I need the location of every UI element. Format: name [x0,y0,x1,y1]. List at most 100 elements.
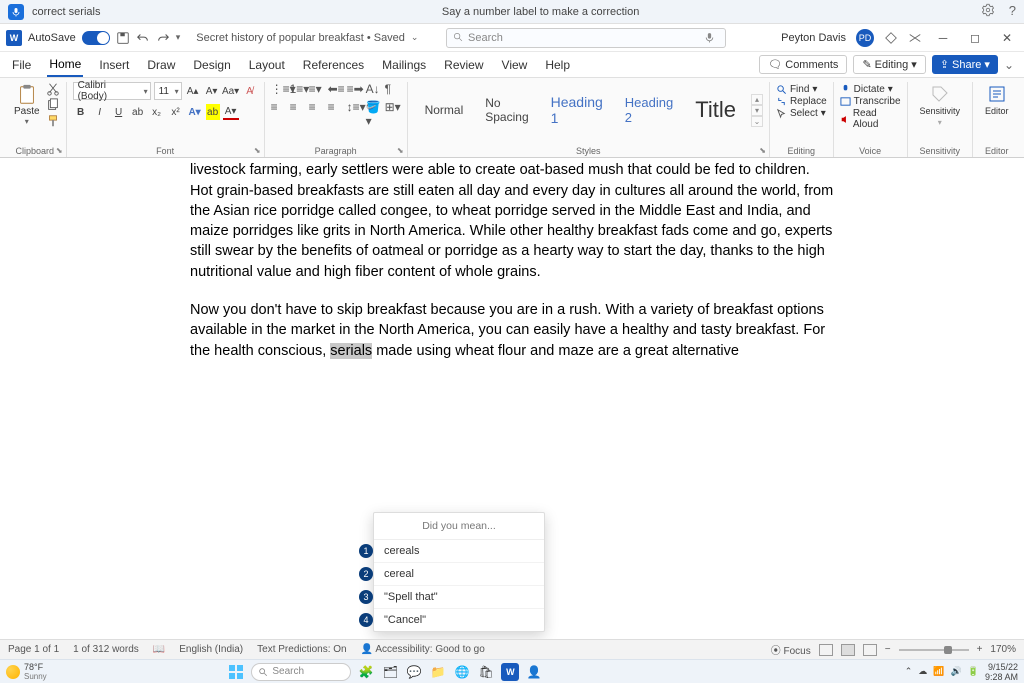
tab-home[interactable]: Home [47,53,83,77]
paste-button[interactable]: Paste ▾ [10,82,44,128]
tab-review[interactable]: Review [442,54,485,76]
document-name[interactable]: Secret history of popular breakfast • Sa… [196,32,405,44]
font-size-select[interactable]: 11 [154,82,182,100]
taskbar-app-1[interactable]: 🧩 [357,663,375,681]
copy-icon[interactable] [46,98,60,112]
styles-launcher-icon[interactable]: ⬊ [759,146,766,155]
suggestion-2[interactable]: 2cereal [374,563,544,586]
editor-button[interactable]: Editor [979,82,1015,118]
status-words[interactable]: 1 of 312 words [73,644,139,655]
grow-font-icon[interactable]: A▴ [185,83,201,99]
tray-cloud-icon[interactable]: ☁ [918,666,927,677]
ribbon-mode-icon[interactable] [908,31,922,45]
autosave-toggle[interactable] [82,31,110,45]
suggestion-spell-that[interactable]: 3"Spell that" [374,586,544,609]
bullets-icon[interactable]: ⋮≡▾ [271,82,287,96]
tab-mailings[interactable]: Mailings [380,54,428,76]
suggestion-cancel[interactable]: 4"Cancel" [374,609,544,631]
status-predictions[interactable]: Text Predictions: On [257,644,346,655]
tab-help[interactable]: Help [543,54,572,76]
document-canvas[interactable]: history. When humanity switched from a h… [0,158,1024,639]
microphone-icon[interactable] [8,4,24,20]
clear-formatting-icon[interactable]: A̸ [242,83,258,99]
inc-indent-icon[interactable]: ≡➡ [347,82,363,96]
tab-references[interactable]: References [301,54,366,76]
doc-name-chevron-icon[interactable]: ⌄ [411,32,419,43]
numbering-icon[interactable]: 1≡▾ [290,82,306,96]
web-layout-icon[interactable] [863,644,877,656]
maximize-button[interactable]: ◻ [964,27,986,49]
font-name-select[interactable]: Calibri (Body) [73,82,151,100]
zoom-out-icon[interactable]: − [885,644,891,655]
replace-button[interactable]: Replace [776,96,827,107]
suggestion-1[interactable]: 1cereals [374,540,544,563]
taskbar-search[interactable]: Search [251,663,351,681]
tab-file[interactable]: File [10,54,33,76]
subscript-icon[interactable]: x₂ [149,104,165,120]
comments-button[interactable]: 🗨 Comments [759,55,847,74]
align-center-icon[interactable]: ≡ [290,100,306,114]
style-heading2[interactable]: Heading 2 [614,88,684,132]
body-paragraph-2[interactable]: Now you don't have to skip breakfast bec… [190,300,834,361]
user-name[interactable]: Peyton Davis [781,32,846,44]
transcribe-button[interactable]: Transcribe [840,96,901,107]
align-right-icon[interactable]: ≡ [309,100,325,114]
misspelled-word[interactable]: serials [330,343,372,359]
select-button[interactable]: Select ▾ [776,108,827,119]
read-mode-icon[interactable] [819,644,833,656]
tray-chevron-icon[interactable]: ⌃ [905,666,913,677]
tab-layout[interactable]: Layout [247,54,287,76]
minimize-button[interactable]: ─ [932,27,954,49]
shading-icon[interactable]: 🪣▾ [366,100,382,114]
style-nospacing[interactable]: No Spacing [474,89,539,131]
shrink-font-icon[interactable]: A▾ [204,83,220,99]
clipboard-launcher-icon[interactable]: ⬊ [56,146,63,155]
taskbar-app-3[interactable]: 💬 [405,663,423,681]
redo-icon[interactable] [156,31,170,45]
share-button[interactable]: ⇪ Share ▾ [932,55,998,74]
styles-gallery-nav[interactable]: ▴▾⌄ [751,94,763,127]
strikethrough-icon[interactable]: ab [130,104,146,120]
editing-mode-button[interactable]: ✎ Editing ▾ [853,55,925,74]
underline-button[interactable]: U [111,104,127,120]
taskbar-store[interactable]: 🛍 [477,663,495,681]
superscript-icon[interactable]: x² [168,104,184,120]
font-launcher-icon[interactable]: ⬊ [254,146,261,155]
taskbar-app-2[interactable]: 🗂 [381,663,399,681]
search-input[interactable]: Search [446,28,726,48]
justify-icon[interactable]: ≡ [328,100,344,114]
zoom-slider[interactable] [899,649,969,651]
taskbar-edge[interactable]: 🌐 [453,663,471,681]
status-spellcheck-icon[interactable]: 📖 [153,644,165,655]
qat-customize-icon[interactable]: ▾ [176,32,181,43]
help-icon[interactable]: ? [1009,3,1016,20]
taskbar-word[interactable]: W [501,663,519,681]
align-left-icon[interactable]: ≡ [271,100,287,114]
tray-volume-icon[interactable]: 🔊 [951,666,962,677]
body-paragraph-1[interactable]: history. When humanity switched from a h… [190,158,834,282]
status-accessibility[interactable]: 👤 Accessibility: Good to go [361,644,485,655]
mic-icon[interactable] [704,32,715,43]
paragraph-launcher-icon[interactable]: ⬊ [397,146,404,155]
diamond-icon[interactable] [884,31,898,45]
focus-button[interactable]: ⦿ Focus [771,642,811,657]
tab-draw[interactable]: Draw [145,54,177,76]
close-button[interactable]: ✕ [996,27,1018,49]
line-spacing-icon[interactable]: ↕≡▾ [347,100,363,114]
status-page[interactable]: Page 1 of 1 [8,644,59,655]
read-aloud-button[interactable]: Read Aloud [840,108,901,130]
tray-clock[interactable]: 9/15/229:28 AM [985,662,1018,682]
status-language[interactable]: English (India) [179,644,243,655]
start-button[interactable] [227,663,245,681]
italic-button[interactable]: I [92,104,108,120]
style-heading1[interactable]: Heading 1 [540,87,614,133]
cut-icon[interactable] [46,82,60,96]
zoom-in-icon[interactable]: + [977,644,983,655]
taskbar-app-5[interactable]: 👤 [525,663,543,681]
avatar[interactable]: PD [856,29,874,47]
ribbon-collapse-icon[interactable]: ⌄ [1004,58,1014,72]
highlight-icon[interactable]: ab [206,104,220,120]
tab-view[interactable]: View [500,54,530,76]
tab-insert[interactable]: Insert [97,54,131,76]
find-button[interactable]: Find ▾ [776,84,827,95]
